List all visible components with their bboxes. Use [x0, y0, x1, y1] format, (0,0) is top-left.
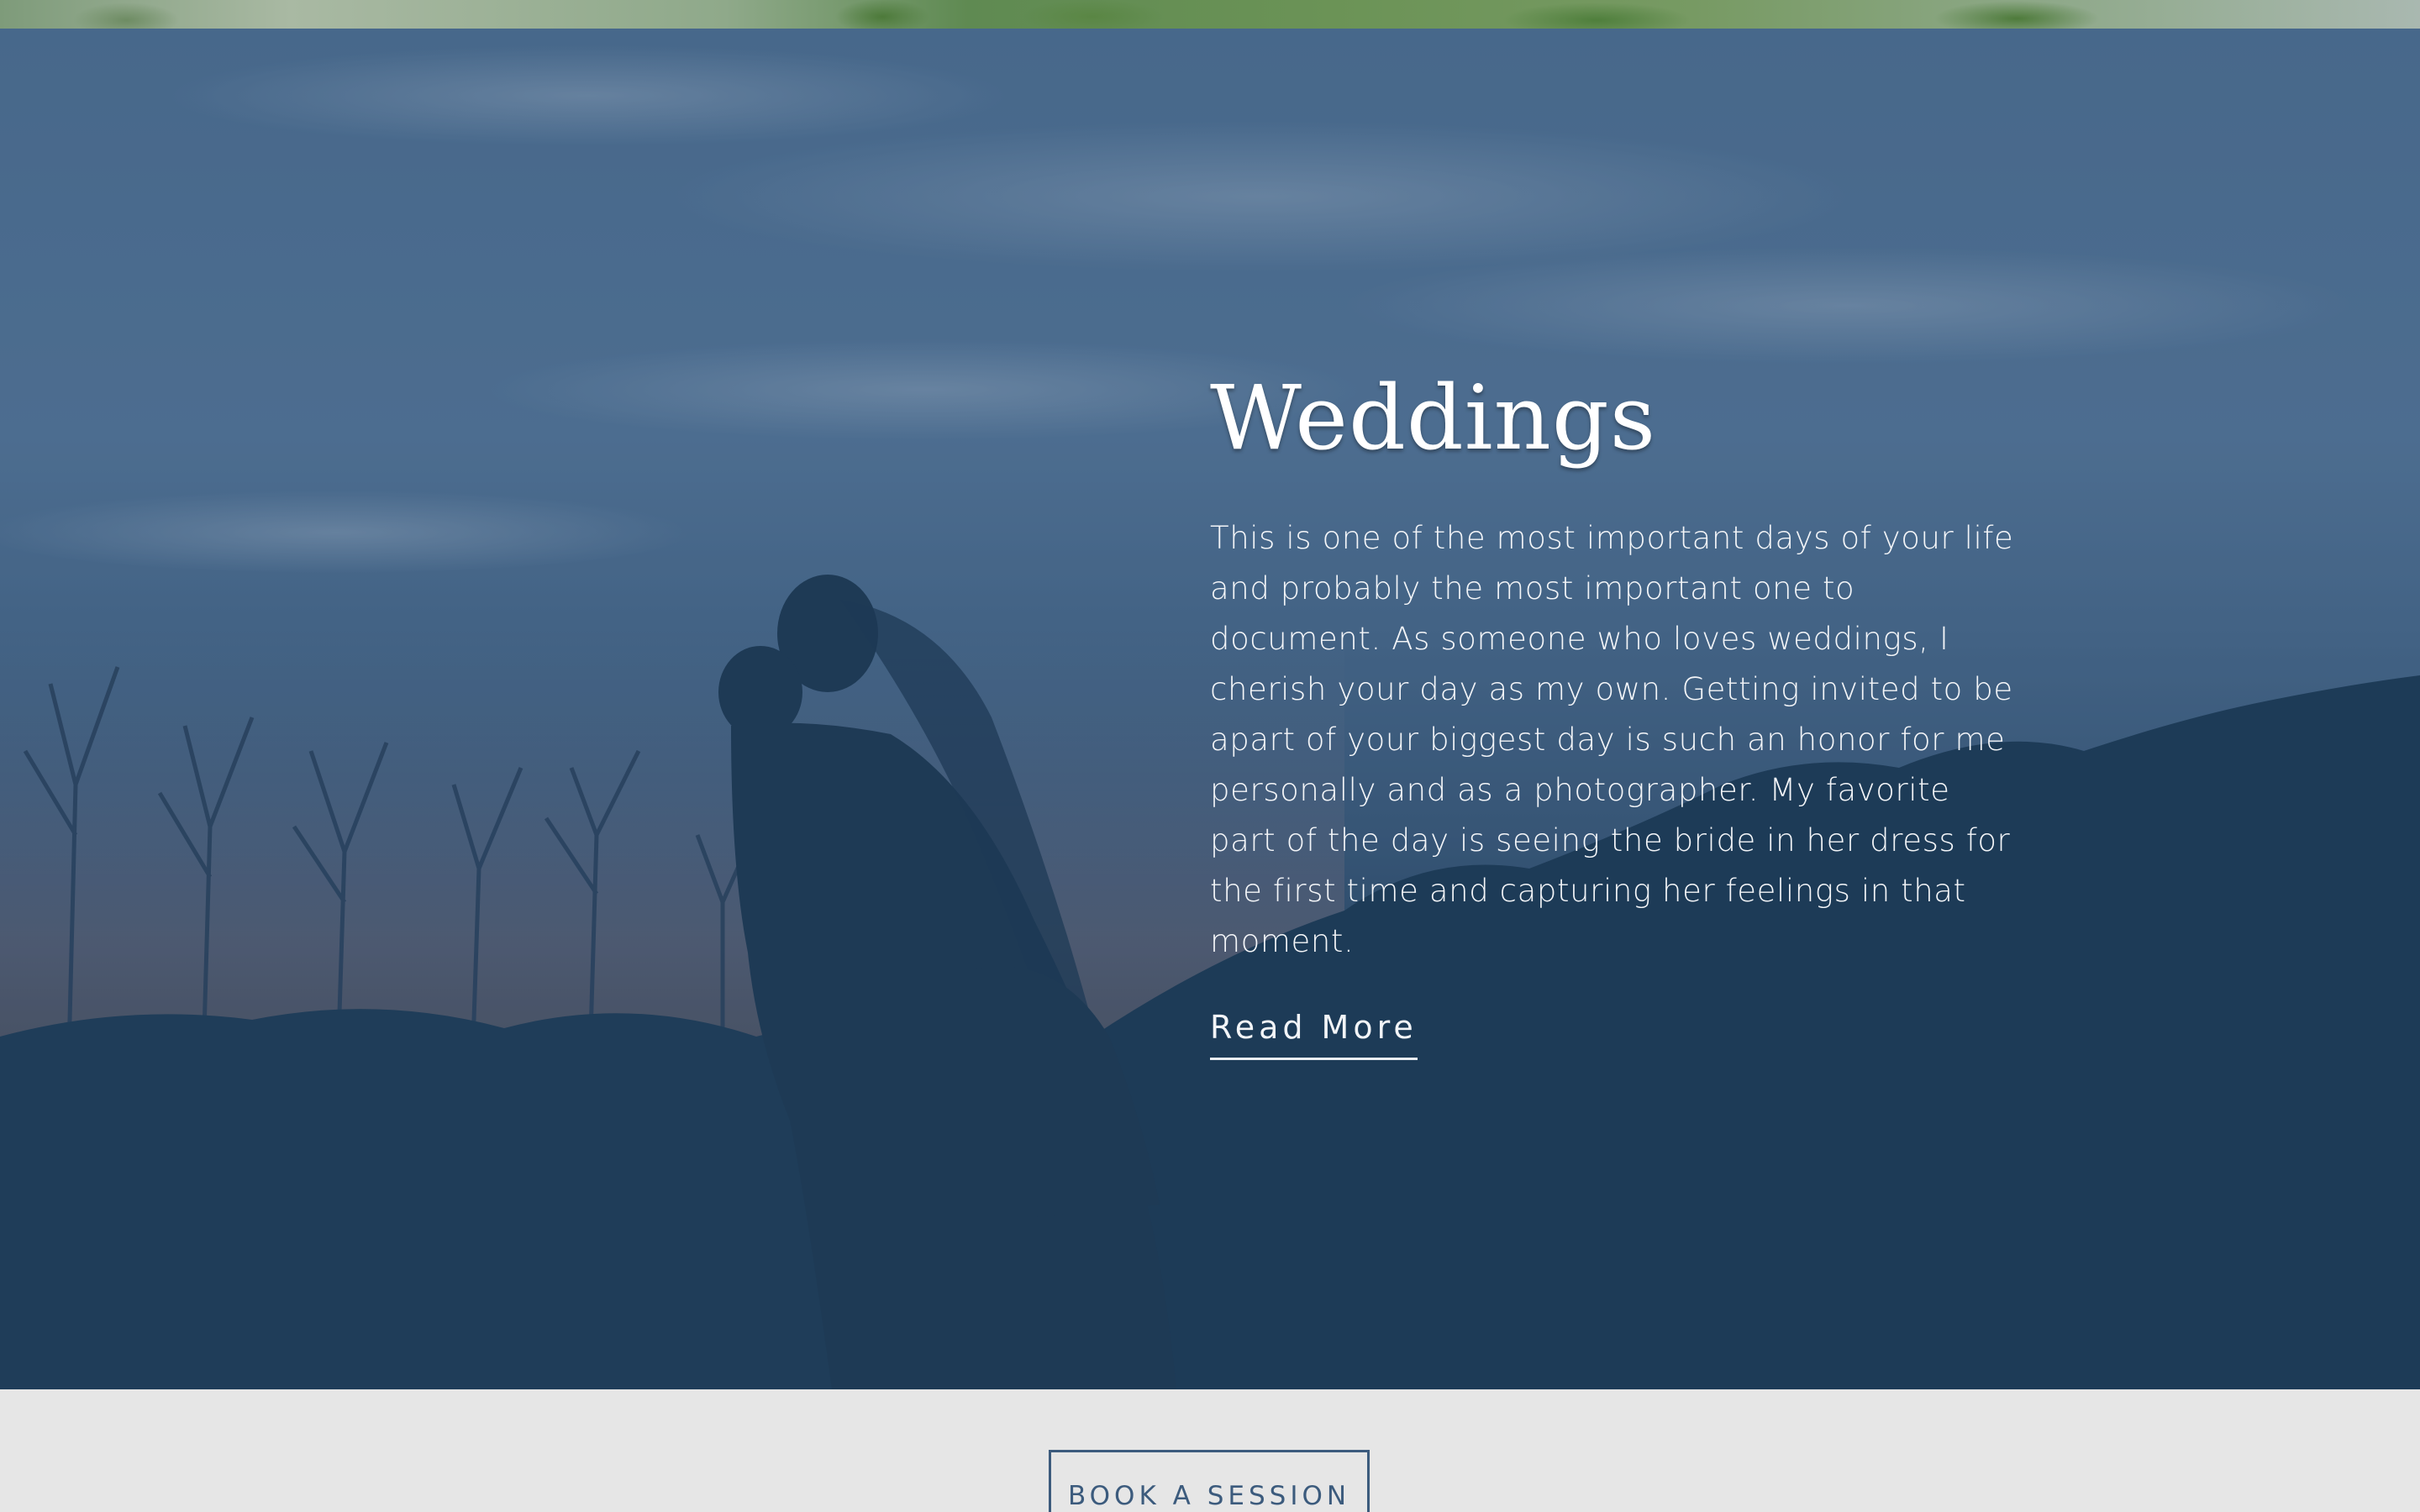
weddings-content: Weddings This is one of the most importa…	[1210, 365, 2017, 1061]
previous-section-image	[0, 0, 2420, 29]
cta-band: BOOK A SESSION	[0, 1389, 2420, 1512]
section-description: This is one of the most important days o…	[1210, 520, 2014, 960]
section-title: Weddings	[1210, 366, 1657, 470]
read-more-link[interactable]: Read More	[1210, 1009, 1418, 1061]
page: Weddings This is one of the most importa…	[0, 0, 2420, 1512]
weddings-hero-section: Weddings This is one of the most importa…	[0, 29, 2420, 1389]
book-a-session-button[interactable]: BOOK A SESSION	[1049, 1450, 1370, 1512]
